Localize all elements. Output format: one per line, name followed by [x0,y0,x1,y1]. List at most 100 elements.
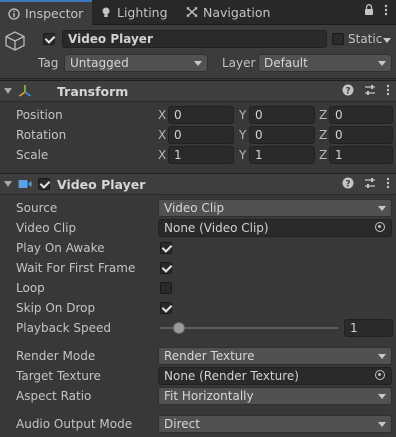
transform-title: Transform [57,84,129,99]
video-player-title: Video Player [57,177,146,192]
svg-text:?: ? [345,179,350,189]
axis-y-label: Y [239,128,247,142]
skip-on-drop-checkbox[interactable] [160,302,172,314]
axis-x-label: X [158,108,167,122]
scale-z-field[interactable]: 1 [329,146,393,164]
layer-dropdown[interactable]: Default [258,54,392,72]
static-dropdown-icon[interactable] [383,38,391,43]
chevron-down-icon [378,354,386,359]
video-clip-value: None (Video Clip) [164,221,269,235]
navigation-icon [186,6,198,18]
audio-output-mode-dropdown[interactable]: Direct [158,415,392,433]
scale-y-field[interactable]: 1 [249,146,315,164]
axis-y-label: Y [239,108,247,122]
loop-label: Loop [16,281,45,295]
rotation-x-field[interactable]: 0 [168,126,234,144]
target-texture-value: None (Render Texture) [164,369,299,383]
play-on-awake-checkbox[interactable] [160,242,172,254]
kebab-menu-icon[interactable] [386,177,390,192]
tab-label: Navigation [203,4,271,20]
axis-z-label: Z [319,148,328,162]
loop-checkbox[interactable] [160,282,172,294]
scale-label: Scale [16,148,49,162]
axis-y-label: Y [239,148,247,162]
playback-speed-slider-track[interactable] [160,327,338,329]
video-player-icon [18,178,32,193]
position-z-field[interactable]: 0 [329,106,393,124]
aspect-ratio-value: Fit Horizontally [164,389,254,403]
object-picker-icon[interactable] [375,370,385,380]
chevron-down-icon [378,61,386,66]
static-checkbox[interactable] [332,33,344,45]
audio-output-mode-value: Direct [164,417,200,431]
chevron-down-icon [378,394,386,399]
chevron-down-icon [378,422,386,427]
chevron-down-icon [194,61,202,66]
info-icon [8,7,20,20]
render-mode-label: Render Mode [16,349,96,363]
help-icon[interactable]: ? [342,84,354,99]
rotation-z-field[interactable]: 0 [329,126,393,144]
wait-first-frame-label: Wait For First Frame [16,261,136,275]
gameobject-cube-icon [4,30,26,55]
video-player-header[interactable]: Video Player ? [0,173,396,195]
layer-value: Default [264,56,308,70]
source-value: Video Clip [164,201,225,215]
tab-navigation[interactable]: Navigation [178,0,278,24]
object-picker-icon[interactable] [375,222,385,232]
transform-header[interactable]: Transform ? [0,80,396,102]
audio-output-mode-label: Audio Output Mode [16,417,133,431]
position-y-field[interactable]: 0 [249,106,315,124]
layer-label: Layer [222,56,256,70]
scale-x-field[interactable]: 1 [168,146,234,164]
presets-icon[interactable] [364,177,376,192]
tab-bar: Inspector Lighting Navigation [0,0,396,25]
video-player-enabled-checkbox[interactable] [38,178,50,190]
lightbulb-icon [100,6,112,18]
play-on-awake-label: Play On Awake [16,241,105,255]
target-texture-field[interactable]: None (Render Texture) [158,367,392,385]
gameobject-active-checkbox[interactable] [43,33,55,45]
chevron-down-icon [378,206,386,211]
foldout-arrow-icon[interactable] [4,88,12,94]
position-x-field[interactable]: 0 [168,106,234,124]
tag-label: Tag [38,56,59,70]
axis-x-label: X [158,148,167,162]
kebab-menu-icon[interactable] [386,84,390,99]
tab-label: Lighting [117,4,168,20]
playback-speed-label: Playback Speed [16,321,111,335]
transform-axes-icon [18,84,32,101]
playback-speed-slider-thumb[interactable] [172,322,185,334]
static-label: Static [348,32,383,46]
target-texture-label: Target Texture [16,369,101,383]
rotation-y-field[interactable]: 0 [249,126,315,144]
axis-x-label: X [158,128,167,142]
render-mode-dropdown[interactable]: Render Texture [158,347,392,365]
tab-lighting[interactable]: Lighting [92,0,178,24]
presets-icon[interactable] [364,84,376,99]
axis-z-label: Z [319,128,328,142]
axis-z-label: Z [319,108,328,122]
help-icon[interactable]: ? [342,177,354,192]
skip-on-drop-label: Skip On Drop [16,301,96,315]
tag-dropdown[interactable]: Untagged [64,54,208,72]
lock-icon[interactable] [364,4,374,19]
source-dropdown[interactable]: Video Clip [158,199,392,217]
kebab-menu-icon[interactable] [384,4,388,19]
aspect-ratio-dropdown[interactable]: Fit Horizontally [158,387,392,405]
tag-value: Untagged [70,56,129,70]
rotation-label: Rotation [16,128,67,142]
playback-speed-field[interactable]: 1 [344,319,393,337]
aspect-ratio-label: Aspect Ratio [16,389,92,403]
video-clip-field[interactable]: None (Video Clip) [158,219,392,237]
video-clip-label: Video Clip [16,221,77,235]
wait-first-frame-checkbox[interactable] [160,262,172,274]
gameobject-name-field[interactable]: Video Player [62,30,327,48]
tab-label: Inspector [25,6,84,21]
svg-text:?: ? [345,86,350,96]
render-mode-value: Render Texture [164,349,255,363]
tab-inspector[interactable]: Inspector [0,0,92,25]
position-label: Position [16,108,63,122]
foldout-arrow-icon[interactable] [4,181,12,187]
source-label: Source [16,201,58,215]
